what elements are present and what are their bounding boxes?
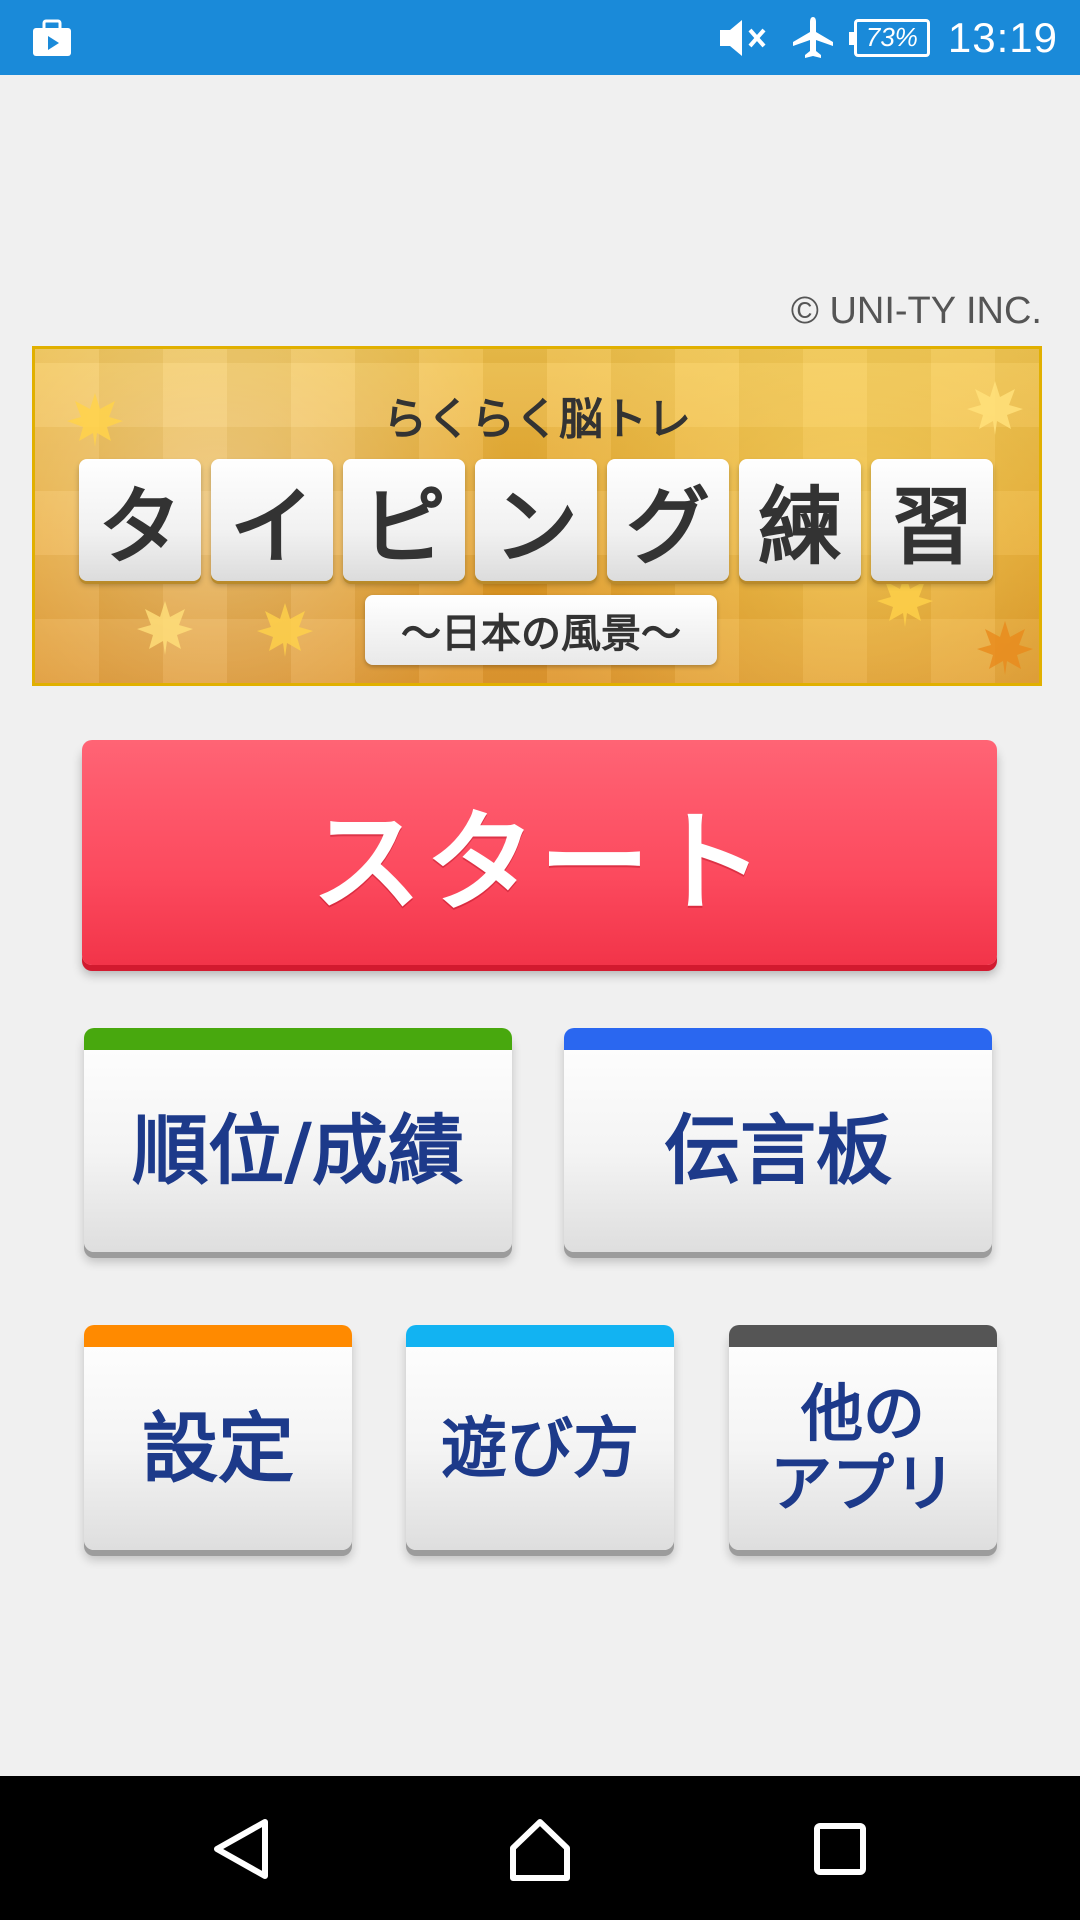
- title-tile: イ: [211, 459, 333, 581]
- settings-accent-bar: [84, 1325, 352, 1347]
- title-banner: らくらく脳トレ タ イ ピ ン グ 練 習 〜日本の風景〜: [32, 346, 1042, 686]
- message-board-accent-bar: [564, 1028, 992, 1050]
- title-tile: タ: [79, 459, 201, 581]
- recents-icon[interactable]: [805, 1814, 875, 1884]
- how-to-play-accent-bar: [406, 1325, 674, 1347]
- other-apps-button-label: 他の アプリ: [769, 1377, 956, 1520]
- maple-leaf-icon: [977, 621, 1033, 675]
- title-tile: 習: [871, 459, 993, 581]
- battery-level: 73%: [865, 22, 918, 52]
- title-tile: ン: [475, 459, 597, 581]
- title-tiles: タ イ ピ ン グ 練 習: [79, 459, 993, 581]
- battery-icon: 73%: [848, 18, 930, 57]
- title-tile: グ: [607, 459, 729, 581]
- message-board-button-label: 伝言板: [664, 1106, 892, 1196]
- home-icon[interactable]: [505, 1814, 575, 1884]
- title-tile: ピ: [343, 459, 465, 581]
- clock: 13:19: [947, 13, 1058, 61]
- ranking-accent-bar: [84, 1028, 512, 1050]
- how-to-play-button-label: 遊び方: [441, 1409, 639, 1487]
- airplane-mode-icon: [792, 16, 833, 58]
- settings-button-label: 設定: [142, 1403, 294, 1493]
- maple-leaf-icon: [257, 603, 313, 657]
- how-to-play-button[interactable]: 遊び方: [406, 1325, 674, 1550]
- mute-icon: [719, 19, 766, 56]
- back-icon[interactable]: [205, 1814, 275, 1884]
- settings-button[interactable]: 設定: [84, 1325, 352, 1550]
- ranking-button[interactable]: 順位/成績: [84, 1028, 512, 1252]
- briefcase-icon: [33, 19, 71, 56]
- status-bar: 73% 13:19: [0, 0, 1080, 75]
- banner-subtitle: らくらく脳トレ: [383, 394, 691, 445]
- status-icons: 73% 13:19: [716, 0, 1058, 75]
- navigation-bar: [0, 1776, 1080, 1920]
- copyright-text: © UNI-TY INC.: [790, 290, 1042, 332]
- ranking-button-label: 順位/成績: [132, 1106, 464, 1196]
- start-button[interactable]: スタート: [82, 740, 997, 965]
- maple-leaf-icon: [137, 601, 193, 655]
- other-apps-accent-bar: [729, 1325, 997, 1347]
- message-board-button[interactable]: 伝言板: [564, 1028, 992, 1252]
- title-tile: 練: [739, 459, 861, 581]
- banner-tagline: 〜日本の風景〜: [365, 595, 717, 665]
- other-apps-button[interactable]: 他の アプリ: [729, 1325, 997, 1550]
